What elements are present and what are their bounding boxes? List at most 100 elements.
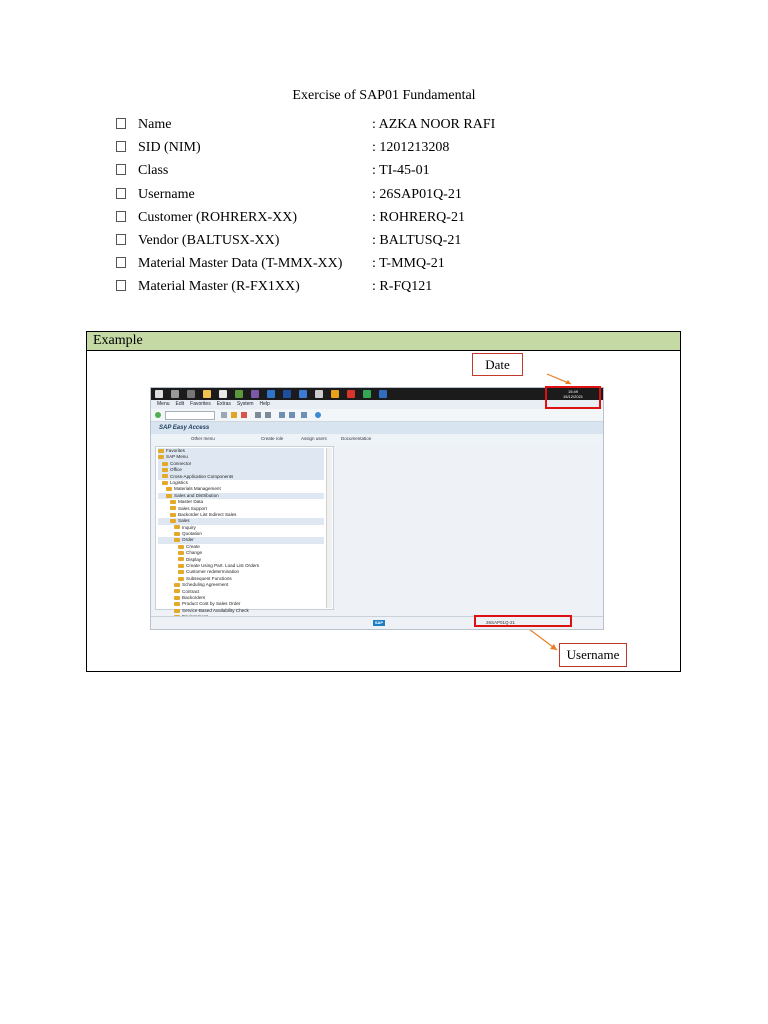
- easy-access-title: SAP Easy Access: [151, 422, 603, 434]
- tree-item-label: Change: [186, 550, 203, 556]
- folder-icon: [178, 557, 184, 562]
- info-value: : 26SAP01Q-21: [372, 186, 462, 202]
- find-icon[interactable]: [265, 412, 271, 418]
- tree-scrollbar[interactable]: [326, 448, 332, 608]
- info-label: Customer (ROHRERX-XX): [138, 209, 298, 225]
- info-label: Class: [138, 163, 169, 179]
- tree-item-label: Create Using Part. Load List Orders: [186, 563, 260, 569]
- folder-icon: [162, 480, 168, 485]
- folder-icon: [170, 506, 176, 511]
- date-highlight: [545, 386, 601, 409]
- info-label: Vendor (BALTUSX-XX): [138, 232, 280, 248]
- toolbar-button[interactable]: Documentation: [341, 434, 371, 444]
- menu-item[interactable]: Help: [260, 401, 270, 407]
- bullet-icon: [116, 233, 126, 245]
- folder-icon: [166, 493, 172, 498]
- next-page-icon[interactable]: [289, 412, 295, 418]
- sap-menubar: Menu Edit Favorites Extras System Help: [151, 400, 603, 409]
- folder-icon: [178, 544, 184, 549]
- print-icon[interactable]: [255, 412, 261, 418]
- folder-icon: [178, 576, 184, 581]
- bullet-icon: [116, 164, 126, 176]
- new-session-icon[interactable]: [301, 412, 307, 418]
- bullet-icon: [116, 210, 126, 222]
- tree-item-label: Subsequent Functions: [186, 575, 232, 581]
- tree-item-label: SAP Menu: [166, 454, 188, 460]
- info-value: : 1201213208: [372, 140, 450, 156]
- folder-icon: [174, 608, 180, 613]
- back-icon[interactable]: [231, 412, 237, 418]
- folder-icon: [174, 538, 180, 543]
- bullet-icon: [116, 187, 126, 199]
- tree-item-label: Sales and Distribution: [174, 492, 219, 498]
- folder-icon: [166, 487, 172, 492]
- sap-menu-tree-panel: Favorites SAP Menu Connector Office Cross-Ap…: [155, 446, 334, 629]
- bullet-icon: [116, 257, 126, 269]
- tree-item-label: Customer redetermination: [186, 569, 240, 575]
- info-label: Material Master Data (T-MMX-XX): [138, 256, 343, 272]
- bullet-icon: [116, 280, 126, 292]
- menu-item[interactable]: System: [237, 401, 254, 407]
- bullet-icon: [116, 141, 126, 153]
- folder-icon: [178, 570, 184, 575]
- tree-item-label: Product Cost by Sales Order: [182, 601, 241, 607]
- help-icon[interactable]: [315, 412, 321, 418]
- sap-command-bar: [151, 409, 603, 422]
- folder-icon: [158, 455, 164, 460]
- folder-icon: [174, 602, 180, 607]
- info-value: : T-MMQ-21: [372, 256, 445, 272]
- folder-icon: [158, 448, 164, 453]
- easy-access-toolbar: Other menu Create role Assign users Documen…: [151, 434, 603, 444]
- command-field[interactable]: [165, 411, 215, 420]
- info-value: : TI-45-01: [372, 163, 430, 179]
- bullet-icon: [116, 118, 126, 129]
- tree-item-label: Favorites: [166, 448, 185, 453]
- tree-item-label: Sales: [178, 518, 190, 524]
- toolbar-button[interactable]: Assign users: [301, 434, 327, 444]
- tree-item-label: Logistics: [170, 479, 188, 485]
- document-title: Exercise of SAP01 Fundamental: [292, 88, 476, 103]
- menu-item[interactable]: Extras: [217, 401, 231, 407]
- enter-icon[interactable]: [155, 412, 161, 418]
- tree-item-label: Cross-Application Components: [170, 473, 234, 479]
- tree-item-label: Inquiry: [182, 524, 196, 530]
- folder-icon: [162, 467, 168, 472]
- menu-item[interactable]: Edit: [176, 401, 185, 407]
- first-page-icon[interactable]: [279, 412, 285, 418]
- folder-icon: [174, 531, 180, 536]
- folder-icon: [174, 595, 180, 600]
- sap-menu-tree: Favorites SAP Menu Connector Office Cross-Ap…: [158, 448, 324, 629]
- menu-item[interactable]: Menu: [157, 401, 170, 407]
- tree-item-label: Create: [186, 543, 200, 549]
- save-icon[interactable]: [221, 412, 227, 418]
- tree-item-label: Quotation: [182, 531, 202, 537]
- info-value: : ROHRERQ-21: [372, 209, 465, 225]
- tree-item-label: Materials Management: [174, 486, 221, 492]
- tree-item-label: Scheduling Agreement: [182, 582, 229, 588]
- info-label: Material Master (R-FX1XX): [138, 279, 300, 295]
- folder-icon: [178, 551, 184, 556]
- folder-icon: [162, 474, 168, 479]
- folder-icon: [174, 589, 180, 594]
- tree-item-label: Backorders: [182, 594, 206, 600]
- info-label: Username: [138, 186, 195, 202]
- cancel-icon[interactable]: [241, 412, 247, 418]
- folder-icon: [174, 525, 180, 530]
- toolbar-button[interactable]: Create role: [261, 434, 283, 444]
- toolbar-button[interactable]: Other menu: [191, 434, 215, 444]
- username-highlight: [474, 615, 572, 627]
- info-value: : R-FQ121: [372, 279, 433, 295]
- tree-item-label: Contract: [182, 588, 200, 594]
- tree-item-label: Connector: [170, 460, 192, 466]
- info-label: Name: [138, 117, 172, 132]
- folder-icon: [174, 582, 180, 587]
- menu-item[interactable]: Favorites: [190, 401, 211, 407]
- sap-logo: SAP: [373, 620, 385, 626]
- sap-screenshot: 15:49 15/12/2021 Menu Edit Favorites Extras…: [150, 387, 604, 630]
- info-label: SID (NIM): [138, 140, 201, 156]
- folder-icon: [170, 499, 176, 504]
- info-value: : BALTUSQ-21: [372, 232, 462, 248]
- tree-item-label: Backorder List Indirect Sales: [178, 511, 237, 517]
- folder-icon: [170, 519, 176, 524]
- tree-item-label: Display: [186, 556, 202, 562]
